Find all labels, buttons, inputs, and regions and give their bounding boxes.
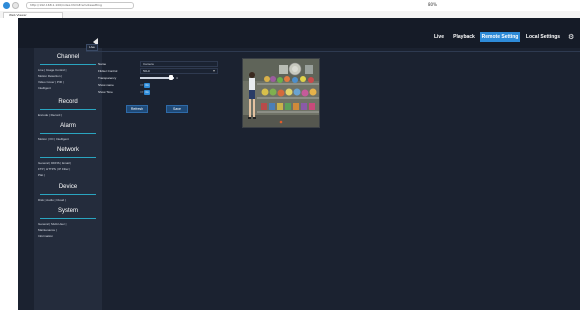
browser-tabstrip: Web Viewer	[0, 11, 580, 18]
refresh-button[interactable]: Refresh	[126, 105, 148, 113]
flicker-control-label: Flicker Control	[98, 69, 118, 73]
back-icon[interactable]	[3, 2, 10, 9]
section-divider	[40, 194, 96, 195]
sidebar-item-disk[interactable]: Disk | Audio | Cloud |	[38, 198, 66, 202]
tab-live[interactable]: Live	[86, 44, 98, 51]
save-button[interactable]: Save	[166, 105, 188, 113]
sidebar-item-video-cover[interactable]: Video Cover | PIR |	[38, 80, 64, 84]
transparency-label: Transparency	[98, 76, 117, 80]
sidebar-alarm-title[interactable]: Alarm	[34, 123, 102, 129]
gear-icon[interactable]: ⚙	[568, 33, 576, 41]
browser-toolbar: http://192.168.1.100/index.html#remotese…	[0, 0, 580, 11]
chevron-down-icon	[213, 70, 215, 72]
show-time-toggle[interactable]: Off On	[140, 90, 150, 95]
section-divider	[40, 157, 96, 158]
flicker-control-value: 50Hz	[143, 69, 151, 73]
forward-icon[interactable]	[12, 2, 19, 9]
menu-playback[interactable]: Playback	[450, 32, 478, 42]
show-time-label: Show Time	[98, 90, 113, 94]
sidebar-item-ftp[interactable]: FTP | HTTPS | IP Filter |	[38, 167, 70, 171]
section-divider	[40, 218, 96, 219]
zoom-level: 80%	[428, 2, 437, 7]
top-navigation: Live Playback Remote Setting Local Setti…	[18, 18, 580, 48]
camera-preview-image	[243, 59, 319, 127]
sidebar-device-title[interactable]: Device	[34, 184, 102, 190]
transparency-slider-thumb[interactable]	[168, 75, 173, 80]
browser-chrome: http://192.168.1.100/index.html#remotese…	[0, 0, 580, 18]
content-tab-divider	[86, 51, 580, 52]
sidebar-item-plat[interactable]: Plat |	[38, 173, 45, 177]
section-divider	[40, 133, 96, 134]
app-window: Live Playback Remote Setting Local Setti…	[18, 18, 580, 310]
sidebar: Channel Live | Image Control | Motion De…	[34, 48, 102, 310]
section-divider	[40, 64, 96, 65]
show-name-label: Show name	[98, 83, 114, 87]
menu-local-settings[interactable]: Local Settings	[522, 32, 564, 42]
toggle-on-label: On	[144, 83, 150, 88]
flicker-control-select[interactable]: 50Hz	[140, 68, 218, 74]
sidebar-item-system-general[interactable]: General | Multi-User |	[38, 222, 66, 226]
section-divider	[40, 109, 96, 110]
sidebar-item-motion[interactable]: Motion | I/O | Intelligent	[38, 137, 69, 141]
name-input[interactable]: Camera	[140, 61, 218, 67]
address-bar[interactable]: http://192.168.1.100/index.html#remotese…	[26, 2, 134, 9]
sidebar-record-title[interactable]: Record	[34, 99, 102, 105]
show-name-toggle[interactable]: Off On	[140, 83, 150, 88]
sidebar-item-general[interactable]: General | DDNS | Email |	[38, 161, 71, 165]
sidebar-item-live[interactable]: Live | Image Control |	[38, 68, 66, 72]
toggle-on-label: On	[144, 90, 150, 95]
sidebar-item-motion-detection[interactable]: Motion Detection |	[38, 74, 62, 78]
sidebar-item-information[interactable]: Information	[38, 234, 53, 238]
sidebar-system-title[interactable]: System	[34, 208, 102, 214]
name-label: Name	[98, 62, 107, 66]
sidebar-network-title[interactable]: Network	[34, 147, 102, 153]
menu-remote-setting[interactable]: Remote Setting	[480, 32, 520, 42]
menu-live[interactable]: Live	[430, 32, 448, 42]
camera-preview	[242, 58, 320, 128]
sidebar-item-intelligent[interactable]: Intelligent	[38, 86, 51, 90]
sidebar-item-encode[interactable]: Encode | Record |	[38, 113, 62, 117]
transparency-value: 4	[176, 76, 178, 80]
sidebar-channel-title[interactable]: Channel	[34, 54, 102, 60]
sidebar-item-maintenance[interactable]: Maintenance |	[38, 228, 57, 232]
